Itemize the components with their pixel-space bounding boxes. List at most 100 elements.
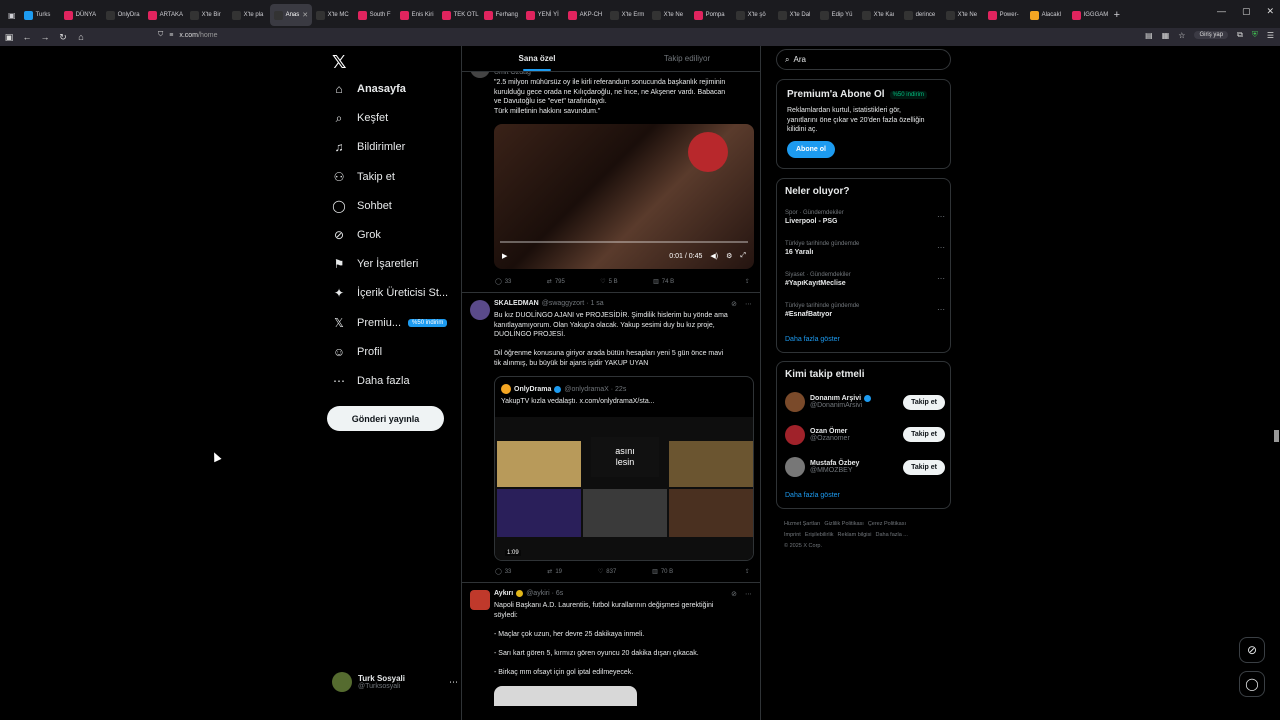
tab-list-icon[interactable]: ▣: [4, 4, 20, 26]
browser-tab[interactable]: Enis Kiri: [396, 4, 438, 26]
home-browser-icon[interactable]: ⌂: [72, 32, 90, 42]
nav-item-lightning[interactable]: ✦ İçerik Üreticisi St...: [332, 286, 448, 300]
browser-tab[interactable]: Ferhang: [480, 4, 522, 26]
like-button[interactable]: ♡ 837: [598, 568, 616, 576]
nav-item-bell[interactable]: ♫ Bildirimler: [332, 140, 406, 154]
browser-tab[interactable]: ARTAKA: [144, 4, 186, 26]
footer-link[interactable]: Imprint: [784, 532, 801, 538]
screenshot-icon[interactable]: ▦: [1162, 31, 1170, 40]
browser-tab[interactable]: AKP-CH: [564, 4, 606, 26]
browser-tab[interactable]: X'te pla: [228, 4, 270, 26]
nav-item-profile[interactable]: ☺ Profil: [332, 345, 382, 359]
show-more-trends-link[interactable]: Daha fazla göster: [785, 336, 840, 343]
account-switcher[interactable]: Turk Sosyali @Turksosyali ⋯: [332, 669, 458, 695]
url-field[interactable]: ⛉ ≡ x.com/home: [158, 31, 217, 39]
signin-button[interactable]: Giriş yap: [1194, 31, 1229, 39]
more-icon[interactable]: ⋯: [937, 274, 945, 283]
quote-video[interactable]: asını lesin 1:09: [495, 417, 753, 560]
browser-tab[interactable]: OnlyDra: [102, 4, 144, 26]
back-icon[interactable]: ←: [18, 32, 36, 42]
author-handle[interactable]: @aykiri · 6s: [526, 590, 563, 597]
maximize-icon[interactable]: ▢: [1242, 6, 1251, 17]
footer-link[interactable]: Çerez Politikası: [868, 521, 906, 527]
browser-tab[interactable]: X'te Erm: [606, 4, 648, 26]
play-icon[interactable]: ▶: [502, 252, 507, 260]
avatar[interactable]: [470, 590, 490, 610]
nav-item-home[interactable]: ⌂ Anasayfa: [332, 82, 406, 96]
browser-tab[interactable]: X'te Bir: [186, 4, 228, 26]
follow-suggestion[interactable]: Ozan Ömer @Ozanomer Takip et: [785, 423, 945, 447]
nav-item-chat[interactable]: ◯ Sohbet: [332, 199, 392, 213]
reload-icon[interactable]: ↻: [54, 32, 72, 43]
browser-tab[interactable]: derince: [900, 4, 942, 26]
video-scrubber[interactable]: [500, 241, 748, 243]
new-tab-button[interactable]: +: [1110, 4, 1124, 26]
browser-tab[interactable]: X'te Dal: [774, 4, 816, 26]
shield-ext-icon[interactable]: ⛨: [1252, 30, 1258, 40]
author-name[interactable]: SKALEDMAN: [494, 300, 539, 307]
extension-icon[interactable]: ⧉: [1237, 30, 1243, 40]
nav-item-bookmark[interactable]: ⚑ Yer İşaretleri: [332, 257, 419, 271]
footer-link[interactable]: Daha fazla ...: [875, 532, 907, 538]
nav-item-grok[interactable]: ⊘ Grok: [332, 228, 381, 242]
browser-tab[interactable]: Power-: [984, 4, 1026, 26]
settings-icon[interactable]: ⚙: [726, 252, 732, 260]
browser-tab[interactable]: Pompa: [690, 4, 732, 26]
reader-icon[interactable]: ▤: [1145, 31, 1153, 40]
volume-icon[interactable]: ◀): [710, 252, 718, 260]
follow-suggestion[interactable]: Donanım Arşivi @DonanimArsivi Takip et: [785, 390, 945, 414]
browser-tab[interactable]: X'te Ne: [648, 4, 690, 26]
scrollbar[interactable]: [1274, 430, 1279, 442]
quoted-tweet[interactable]: OnlyDrama @onlydramaX · 22s YakupTV kızl…: [494, 376, 754, 561]
views-button[interactable]: ▥ 74 B: [653, 278, 674, 286]
author-name[interactable]: Aykırı: [494, 590, 513, 597]
post-button[interactable]: Gönderi yayınla: [327, 406, 444, 431]
browser-tab[interactable]: X'te şö: [732, 4, 774, 26]
share-button[interactable]: ⇪: [745, 568, 750, 575]
repost-button[interactable]: ⇄ 19: [547, 568, 562, 576]
browser-tab[interactable]: South F: [354, 4, 396, 26]
close-tab-icon[interactable]: ✕: [302, 11, 308, 19]
browser-tab[interactable]: Alacakl: [1026, 4, 1068, 26]
follow-button[interactable]: Takip et: [903, 427, 945, 442]
browser-tab[interactable]: Edip Yü: [816, 4, 858, 26]
nav-item-follow[interactable]: ⚇ Takip et: [332, 170, 395, 184]
footer-link[interactable]: Hizmet Şartları: [784, 521, 820, 527]
browser-tab[interactable]: Turks: [20, 4, 60, 26]
grok-icon[interactable]: ⊘: [731, 300, 737, 308]
tab-following[interactable]: Takip ediliyor: [612, 46, 760, 71]
tweet-image[interactable]: [494, 686, 637, 706]
reply-button[interactable]: ◯ 33: [495, 568, 511, 576]
more-icon[interactable]: ⋯: [449, 677, 458, 688]
more-icon[interactable]: ⋯: [745, 590, 752, 598]
browser-tab[interactable]: X'te MC: [312, 4, 354, 26]
footer-link[interactable]: Reklam bilgisi: [838, 532, 872, 538]
trend-item[interactable]: Türkiye tarihinde gündemde 16 Yaralı ⋯: [785, 241, 945, 256]
footer-link[interactable]: © 2025 X Corp.: [784, 543, 822, 549]
trend-item[interactable]: Spor · Gündemdekiler Liverpool - PSG ⋯: [785, 210, 945, 225]
tab-for-you[interactable]: Sana özel: [462, 46, 612, 71]
fullscreen-icon[interactable]: ⤢: [740, 252, 746, 260]
messages-fab-icon[interactable]: ◯: [1239, 671, 1265, 697]
like-button[interactable]: ♡ 5 B: [600, 278, 617, 286]
grok-fab-icon[interactable]: ⊘: [1239, 637, 1265, 663]
sidebar-toggle-icon[interactable]: ▣: [0, 32, 18, 43]
browser-tab[interactable]: X'te Ne: [942, 4, 984, 26]
grok-icon[interactable]: ⊘: [731, 590, 737, 598]
forward-icon[interactable]: →: [36, 32, 54, 42]
close-window-icon[interactable]: ✕: [1266, 6, 1274, 17]
nav-item-x[interactable]: 𝕏 Premiu... %50 indirim: [332, 316, 448, 330]
follow-button[interactable]: Takip et: [903, 459, 945, 475]
subscribe-button[interactable]: Abone ol: [787, 140, 835, 158]
show-more-follow-link[interactable]: Daha fazla göster: [785, 492, 840, 499]
nav-item-more[interactable]: ⋯ Daha fazla: [332, 374, 410, 388]
follow-suggestion[interactable]: Mustafa Özbey @MMOZBEY Takip et: [785, 455, 945, 479]
video-player[interactable]: ▶ 0:01 / 0:45 ◀) ⚙ ⤢: [494, 124, 754, 269]
trend-item[interactable]: Siyaset · Gündemdekiler #YapıKayıtMeclise…: [785, 272, 945, 287]
footer-link[interactable]: Gizlilik Politikası: [824, 521, 863, 527]
share-button[interactable]: ⇪: [745, 278, 750, 285]
trend-item[interactable]: Türkiye tarihinde gündemde #EsnafBatıyor ⋯: [785, 303, 945, 318]
browser-tab[interactable]: TEK OTL: [438, 4, 480, 26]
reply-button[interactable]: ◯ 33: [495, 278, 511, 286]
browser-tab[interactable]: DÜNYA: [60, 4, 102, 26]
